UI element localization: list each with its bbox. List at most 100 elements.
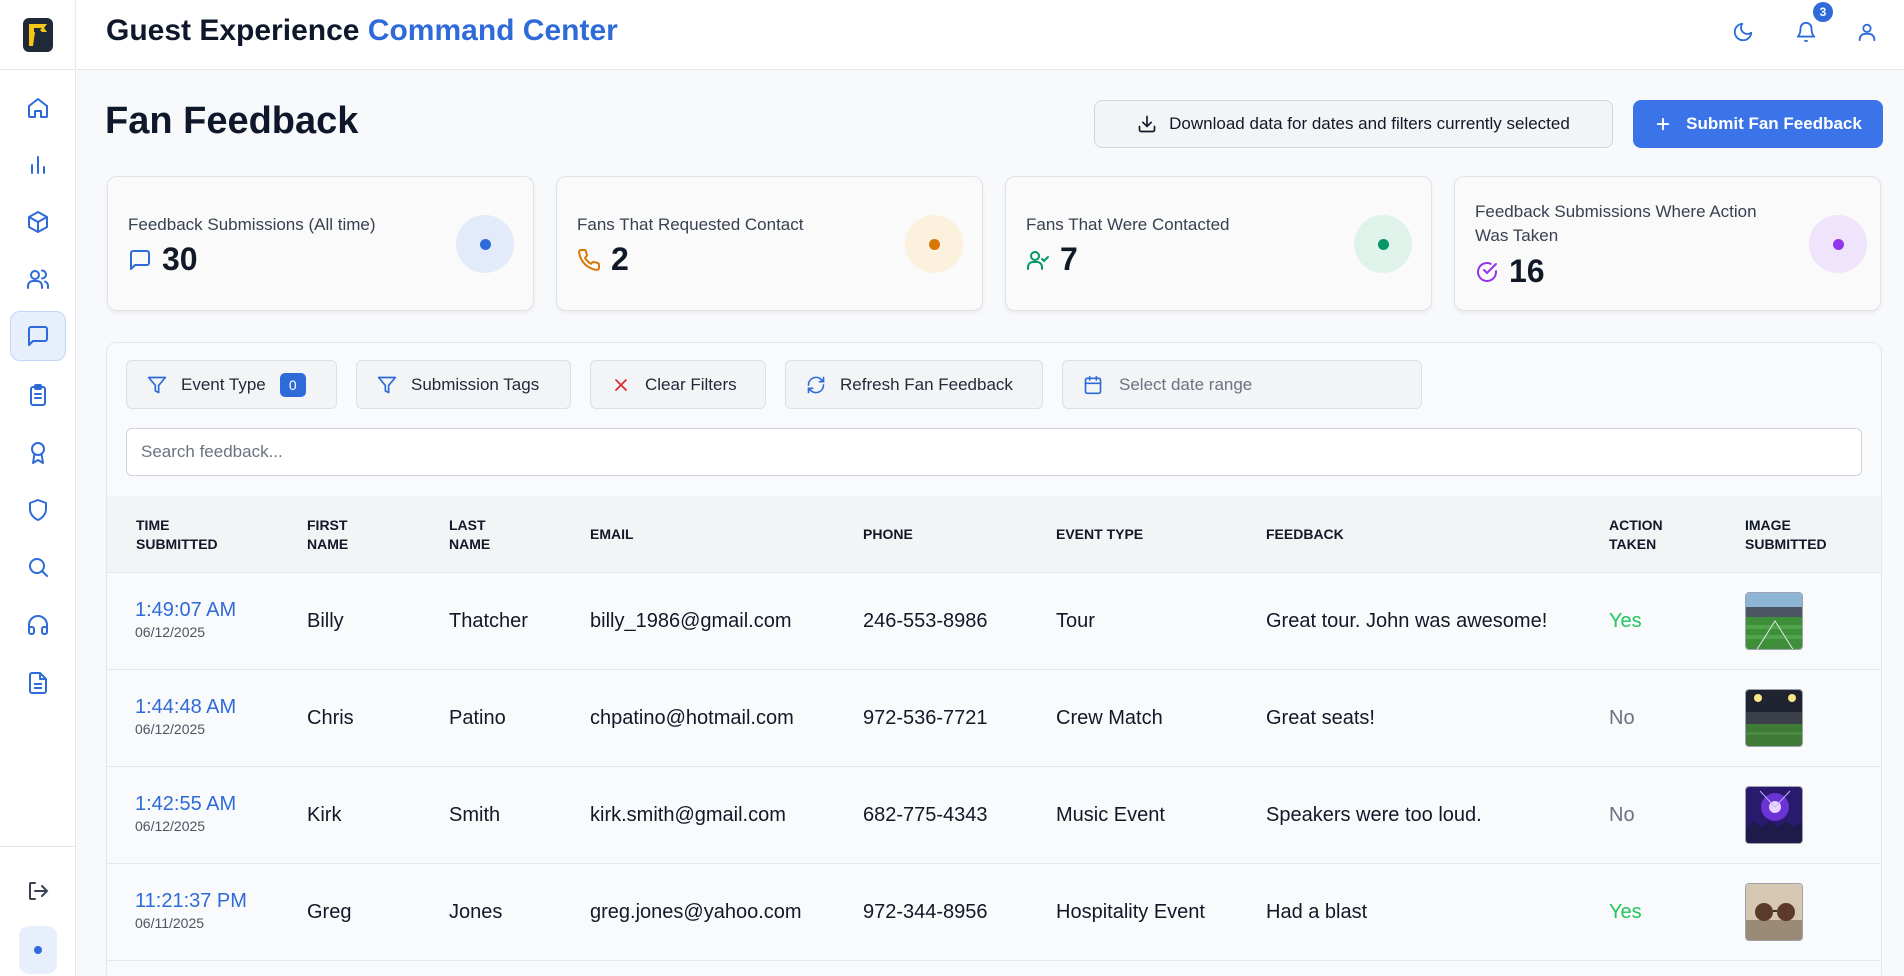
- search-feedback-input[interactable]: [126, 428, 1862, 476]
- first-name-cell: Kirk: [307, 804, 342, 826]
- nav-users-icon[interactable]: [10, 254, 66, 304]
- action-taken-cell: No: [1609, 804, 1635, 826]
- submit-button-label: Submit Fan Feedback: [1686, 114, 1862, 133]
- stat-label: Feedback Submissions Where Action Was Ta…: [1475, 202, 1757, 245]
- nav-analytics-icon[interactable]: [10, 140, 66, 190]
- phone-cell: 972-536-7721: [863, 707, 988, 729]
- filter-icon: [147, 376, 167, 393]
- event-type-count-badge: 0: [279, 372, 306, 397]
- stat-indicator: [456, 215, 514, 273]
- phone-icon: [578, 248, 601, 271]
- stat-label: Feedback Submissions (All time): [128, 215, 376, 234]
- last-name-cell: Patino: [449, 707, 506, 729]
- download-data-button[interactable]: Download data for dates and filters curr…: [1094, 100, 1613, 148]
- sunglasses-thumbnail[interactable]: [1745, 883, 1803, 941]
- time-submitted[interactable]: 11:21:37 PM: [135, 890, 247, 913]
- submit-fan-feedback-button[interactable]: Submit Fan Feedback: [1633, 100, 1883, 148]
- feedback-cell: Had a blast: [1266, 901, 1368, 923]
- time-cell: 11:21:37 PM 06/11/2025: [135, 890, 247, 931]
- brand-logo-icon[interactable]: [23, 17, 53, 52]
- clear-filters-label: Clear Filters: [645, 374, 737, 394]
- time-submitted[interactable]: 1:42:55 AM: [135, 793, 236, 816]
- nav-award-icon[interactable]: [10, 428, 66, 478]
- stat-value: 2: [611, 241, 629, 277]
- col-header-email: EMAIL: [590, 526, 634, 542]
- stat-value-row: 7: [1026, 241, 1078, 278]
- table-row[interactable]: 1:49:07 AM 06/12/2025 Billy Thatcher bil…: [107, 573, 1881, 670]
- first-name-cell: Greg: [307, 901, 352, 923]
- user-profile-icon[interactable]: [1853, 18, 1881, 46]
- logout-icon[interactable]: [10, 866, 66, 916]
- nav-headphones-icon[interactable]: [10, 600, 66, 650]
- table-row[interactable]: 1:44:48 AM 06/12/2025 Chris Patino chpat…: [107, 670, 1881, 767]
- phone-cell: 246-553-8986: [863, 610, 988, 632]
- table-row[interactable]: 1:42:55 AM 06/12/2025 Kirk Smith kirk.sm…: [107, 767, 1881, 864]
- notifications-bell-icon[interactable]: [1792, 18, 1820, 46]
- stat-label: Fans That Requested Contact: [577, 215, 804, 234]
- filter-icon: [377, 376, 397, 393]
- col-header-event-type: EVENT TYPE: [1056, 526, 1144, 542]
- submission-tags-filter-button[interactable]: Submission Tags: [356, 360, 571, 409]
- email-cell: kirk.smith@gmail.com: [590, 804, 786, 826]
- last-name-cell: Smith: [449, 804, 501, 826]
- table-row[interactable]: 11:21:37 PM 06/11/2025 Greg Jones greg.j…: [107, 864, 1881, 961]
- clear-filters-button[interactable]: Clear Filters: [590, 360, 766, 409]
- time-submitted[interactable]: 1:49:07 AM: [135, 599, 236, 622]
- stadium-night-thumbnail[interactable]: [1745, 689, 1803, 747]
- nav-feedback-icon[interactable]: [10, 311, 66, 361]
- download-icon: [1138, 115, 1156, 133]
- stat-value: 7: [1060, 241, 1078, 277]
- last-name-cell: Thatcher: [449, 610, 528, 632]
- app-title-main: Guest Experience: [106, 14, 360, 47]
- email-cell: billy_1986@gmail.com: [590, 610, 792, 632]
- nav-shield-icon[interactable]: [10, 485, 66, 535]
- first-name-cell: Chris: [307, 707, 354, 729]
- sidebar: [0, 0, 76, 976]
- message-icon: [130, 249, 150, 270]
- stat-label: Fans That Were Contacted: [1026, 215, 1230, 234]
- date-range-placeholder: Select date range: [1119, 374, 1253, 394]
- download-button-label: Download data for dates and filters curr…: [1169, 114, 1570, 133]
- nav-clipboard-icon[interactable]: [10, 370, 66, 420]
- event-type-cell: Crew Match: [1056, 707, 1163, 729]
- nav-search-icon[interactable]: [10, 542, 66, 592]
- action-taken-cell: No: [1609, 707, 1635, 729]
- action-taken-cell: Yes: [1609, 901, 1642, 923]
- page-title: Fan Feedback: [105, 100, 359, 142]
- event-type-cell: Music Event: [1056, 804, 1165, 826]
- date-range-picker[interactable]: Select date range: [1062, 360, 1422, 409]
- stat-value-row: 16: [1475, 253, 1545, 290]
- date-submitted: 06/11/2025: [135, 915, 205, 931]
- nav-home-icon[interactable]: [10, 83, 66, 133]
- dark-mode-moon-icon[interactable]: [1729, 18, 1757, 46]
- time-submitted[interactable]: 1:44:48 AM: [135, 696, 236, 719]
- time-cell: 1:49:07 AM 06/12/2025: [135, 599, 236, 640]
- nav-document-icon[interactable]: [10, 658, 66, 708]
- event-type-label: Event Type: [181, 374, 266, 394]
- col-header-time: TIME SUBMITTED: [136, 517, 218, 552]
- time-cell: 1:42:55 AM 06/12/2025: [135, 793, 236, 834]
- col-header-action-taken: ACTION TAKEN: [1609, 517, 1663, 552]
- col-header-phone: PHONE: [863, 526, 913, 542]
- check-circle-icon: [1477, 261, 1497, 282]
- notification-count-badge: 3: [1813, 2, 1833, 22]
- feedback-cell: Great seats!: [1266, 707, 1375, 729]
- app-title-accent: Command Center: [367, 14, 618, 47]
- last-name-cell: Jones: [449, 901, 503, 923]
- stat-indicator: [905, 215, 963, 273]
- sidebar-divider: [0, 846, 76, 847]
- refresh-label: Refresh Fan Feedback: [840, 374, 1013, 394]
- feedback-cell: Great tour. John was awesome!: [1266, 610, 1548, 632]
- status-dot: [34, 946, 42, 954]
- concert-thumbnail[interactable]: [1745, 786, 1803, 844]
- stat-card-requested-contact: Fans That Requested Contact 2: [556, 176, 983, 311]
- event-type-cell: Hospitality Event: [1056, 901, 1205, 923]
- nav-package-icon[interactable]: [10, 197, 66, 247]
- event-type-filter-button[interactable]: Event Type 0: [126, 360, 337, 409]
- table-header: TIME SUBMITTED FIRST NAME LAST NAME EMAI…: [107, 496, 1881, 573]
- stat-value-row: 30: [128, 241, 198, 278]
- feedback-cell: Speakers were too loud.: [1266, 804, 1482, 826]
- stadium-field-thumbnail[interactable]: [1745, 592, 1803, 650]
- refresh-fan-feedback-button[interactable]: Refresh Fan Feedback: [785, 360, 1043, 409]
- col-header-first-name: FIRST NAME: [307, 517, 349, 552]
